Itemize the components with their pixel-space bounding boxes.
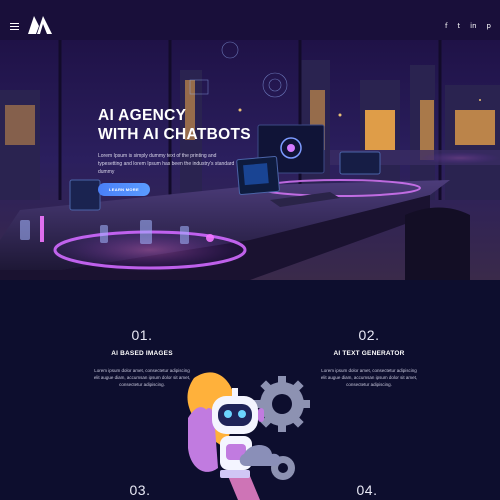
hero-title-line1: AI AGENCY xyxy=(98,107,187,124)
facebook-icon[interactable]: f xyxy=(445,22,447,30)
feature-title: AI BASED IMAGES xyxy=(111,350,173,357)
robot-illustration xyxy=(187,372,310,500)
feature-number: 04. xyxy=(356,482,378,498)
feature-04: 04. xyxy=(317,482,417,498)
feature-text: Lorem ipsum dolor amet, consectetur adip… xyxy=(93,368,191,387)
linkedin-icon[interactable]: in xyxy=(470,22,476,30)
gear-icon xyxy=(254,376,310,432)
hero-background-image xyxy=(0,40,500,280)
social-links: f t in p xyxy=(445,22,491,30)
hero-title: AI AGENCY WITH AI CHATBOTS xyxy=(98,106,251,144)
agency-logo-icon[interactable] xyxy=(28,16,52,34)
hero-description: Lorem Ipsum is simply dummy text of the … xyxy=(98,153,235,175)
site-header: f t in p xyxy=(0,0,500,40)
feature-text: Lorem ipsum dolor amet, consectetur adip… xyxy=(320,368,418,387)
hero-title-line2: WITH AI CHATBOTS xyxy=(98,126,251,143)
feature-number: 02. xyxy=(358,327,380,343)
pinterest-icon[interactable]: p xyxy=(487,22,491,30)
hero-section: f t in p AI AGENCY WITH AI CHATBOTS Lore… xyxy=(0,0,500,280)
feature-number: 03. xyxy=(129,482,151,498)
twitter-icon[interactable]: t xyxy=(457,22,460,30)
hamburger-menu-icon[interactable] xyxy=(10,23,19,30)
feature-ai-images: 01. AI BASED IMAGES Lorem ipsum dolor am… xyxy=(92,327,192,388)
feature-title: AI TEXT GENERATOR xyxy=(333,350,405,357)
feature-03: 03. xyxy=(90,482,190,498)
learn-more-button[interactable]: LEARN MORE xyxy=(98,183,150,196)
feature-number: 01. xyxy=(131,327,153,343)
feature-ai-text: 02. AI TEXT GENERATOR Lorem ipsum dolor … xyxy=(319,327,419,388)
